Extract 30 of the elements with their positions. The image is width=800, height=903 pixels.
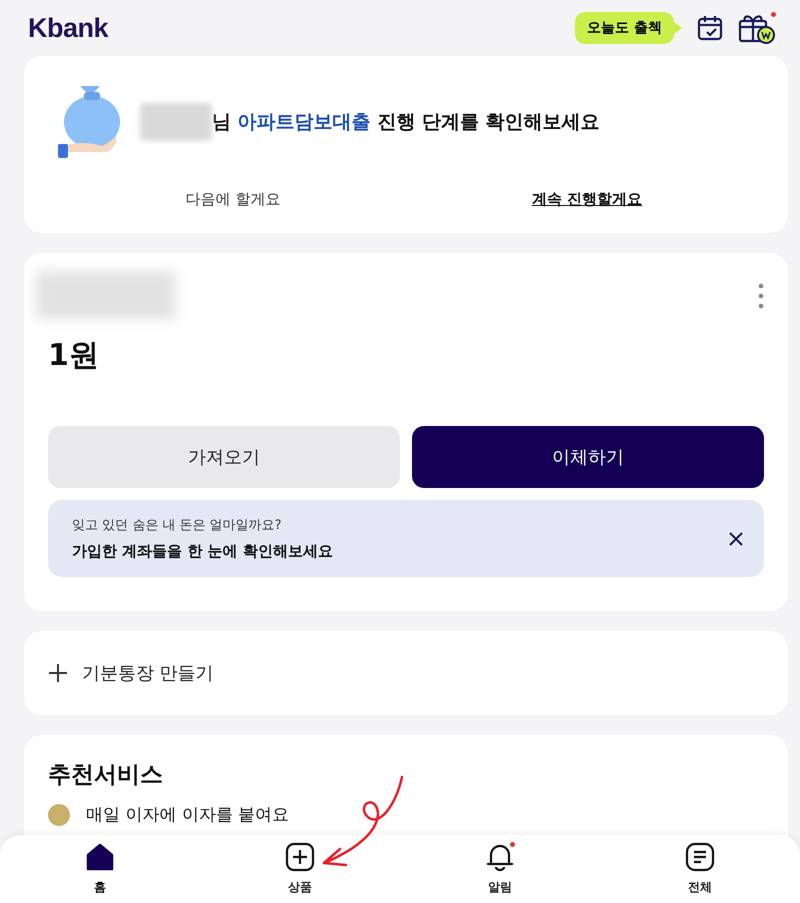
- nav-tab[interactable]: 전체: [600, 835, 800, 903]
- service-item[interactable]: 매일 이자에 이자를 붙여요: [86, 806, 290, 824]
- more-icon[interactable]: [758, 283, 764, 309]
- close-icon[interactable]: [728, 530, 744, 546]
- badge-tail: [674, 22, 682, 34]
- bell-icon: [485, 842, 515, 872]
- fetch-button[interactable]: 가져오기: [48, 426, 400, 488]
- nav-tab[interactable]: 상품: [200, 835, 400, 903]
- section-title: 추천서비스: [48, 761, 164, 790]
- continue-link[interactable]: 계속 진행할게요: [410, 190, 764, 209]
- loan-message: 님 아파트담보대출 진행 단계를 확인해보세요: [212, 110, 600, 135]
- blurred-name: [140, 103, 212, 141]
- transfer-button[interactable]: 이체하기: [412, 426, 764, 488]
- plus-icon: [285, 842, 315, 872]
- nav-tab[interactable]: 알림: [400, 835, 600, 903]
- menu-icon: [685, 842, 715, 872]
- logo: Kbank: [28, 12, 108, 44]
- banner-title: 가입한 계좌들을 한 눈에 확인해보세요: [72, 542, 333, 561]
- create-account-card[interactable]: 기분통장 만들기: [24, 631, 788, 715]
- nav-tab[interactable]: 홈: [0, 835, 200, 903]
- banner-subtitle: 잊고 있던 숨은 내 돈은 얼마일까요?: [72, 517, 283, 534]
- create-account-label: 기분통장 만들기: [82, 662, 214, 685]
- attendance-badge[interactable]: 오늘도 출첵: [575, 12, 674, 44]
- plus-icon: [48, 663, 68, 683]
- later-link[interactable]: 다음에 할게요: [56, 190, 410, 209]
- balance: 1원: [48, 337, 100, 375]
- calendar-check-icon[interactable]: [696, 14, 724, 42]
- home-icon: [85, 842, 115, 872]
- coin-icon: [48, 804, 70, 826]
- hidden-money-banner[interactable]: 잊고 있던 숨은 내 돈은 얼마일까요? 가입한 계좌들을 한 눈에 확인해보세요: [48, 500, 764, 577]
